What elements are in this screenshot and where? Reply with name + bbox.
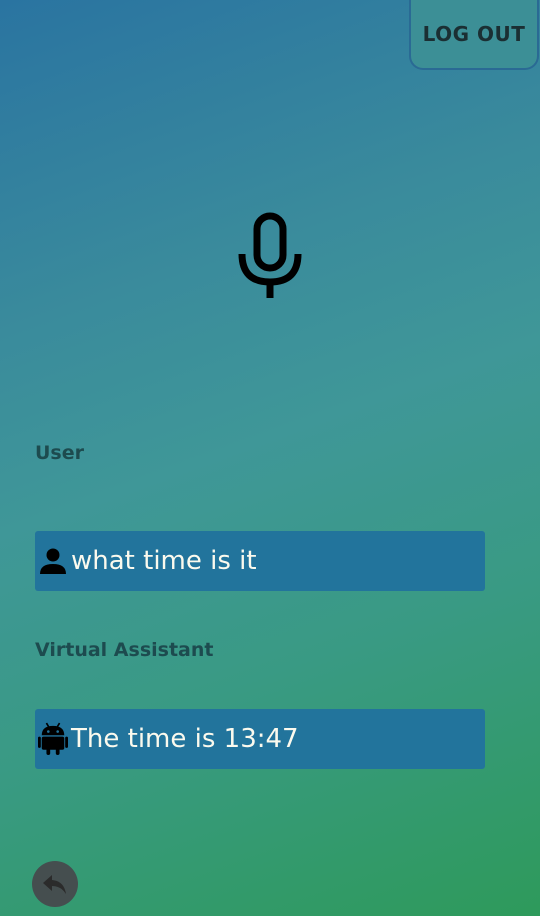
assistant-message-text: The time is 13:47 [71, 724, 299, 754]
user-message-box: what time is it [35, 531, 485, 591]
reply-arrow-icon [43, 875, 66, 894]
microphone-button[interactable] [236, 210, 304, 300]
person-icon [38, 543, 68, 579]
assistant-message-box: The time is 13:47 [35, 709, 485, 769]
logout-button[interactable]: LOG OUT [409, 0, 539, 70]
user-message-text: what time is it [71, 546, 257, 576]
assistant-label: Virtual Assistant [35, 639, 214, 661]
android-icon [38, 721, 68, 757]
back-button[interactable] [32, 861, 78, 907]
microphone-icon [238, 212, 302, 298]
user-label: User [35, 442, 84, 464]
